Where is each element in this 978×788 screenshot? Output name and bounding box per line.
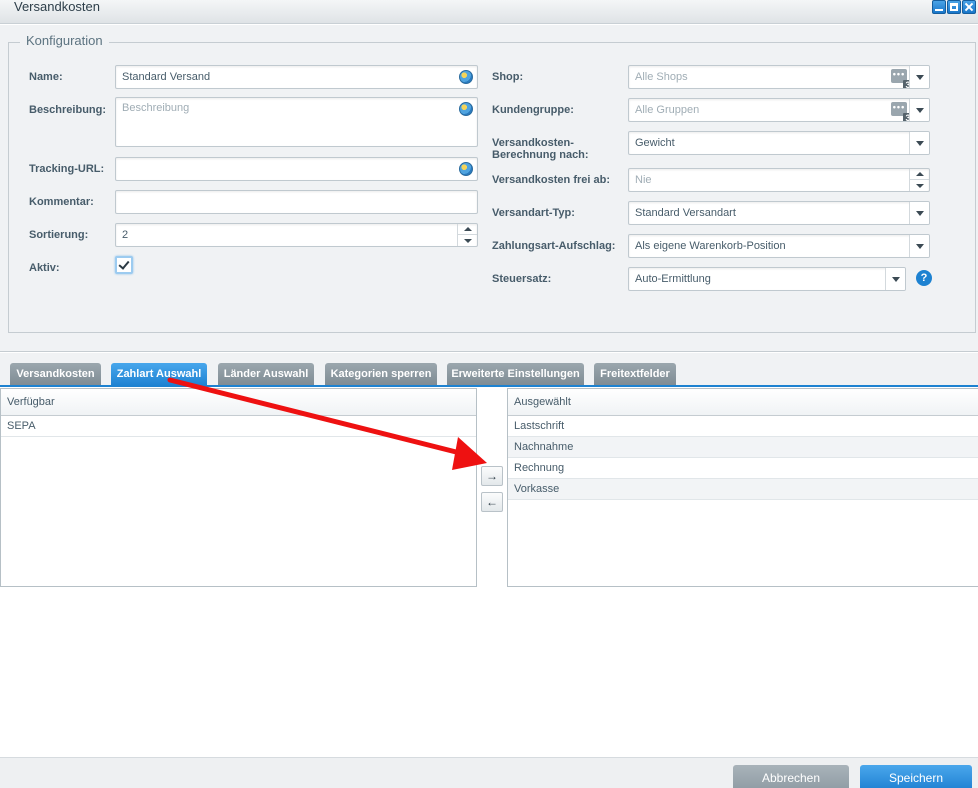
comment-field[interactable] bbox=[115, 190, 478, 214]
tab-bar: Versandkosten Zahlart Auswahl Länder Aus… bbox=[0, 353, 978, 387]
customergroup-label: Kundengruppe: bbox=[492, 104, 574, 116]
list-item[interactable]: SEPA bbox=[1, 416, 476, 437]
more-options-icon[interactable]: ••• 3 bbox=[891, 102, 913, 121]
window-controls bbox=[932, 0, 976, 14]
available-header: Verfügbar bbox=[1, 389, 476, 416]
selected-grid: Ausgewählt Lastschrift Nachnahme Rechnun… bbox=[507, 388, 978, 587]
tracking-url-field[interactable] bbox=[115, 157, 478, 181]
calc-label-line2: Berechnung nach: bbox=[492, 149, 589, 161]
description-placeholder: Beschreibung bbox=[122, 102, 190, 114]
chevron-down-icon[interactable] bbox=[885, 268, 905, 290]
tracking-url-label: Tracking-URL: bbox=[29, 163, 105, 175]
chevron-down-icon[interactable] bbox=[909, 235, 929, 257]
help-icon[interactable]: ? bbox=[916, 270, 932, 286]
move-right-button[interactable]: → bbox=[481, 466, 503, 486]
save-button[interactable]: Speichern bbox=[860, 765, 972, 788]
spinner-icon[interactable] bbox=[457, 224, 477, 246]
tab-versandkosten[interactable]: Versandkosten bbox=[10, 363, 101, 385]
name-field[interactable]: Standard Versand bbox=[115, 65, 478, 89]
tax-combobox[interactable]: Auto-Ermittlung bbox=[628, 267, 906, 291]
tab-freitextfelder[interactable]: Freitextfelder bbox=[594, 363, 676, 385]
sort-number-field[interactable]: 2 bbox=[115, 223, 478, 247]
window-footer: Abbrechen Speichern bbox=[0, 757, 978, 788]
list-item[interactable]: Nachnahme bbox=[508, 437, 978, 458]
calc-combobox[interactable]: Gewicht bbox=[628, 131, 930, 155]
description-label: Beschreibung: bbox=[29, 104, 107, 116]
surcharge-value: Als eigene Warenkorb-Position bbox=[635, 240, 786, 252]
sort-value: 2 bbox=[122, 229, 129, 241]
name-value: Standard Versand bbox=[122, 71, 211, 83]
translate-globe-icon[interactable] bbox=[459, 102, 473, 116]
minimize-icon[interactable] bbox=[932, 0, 946, 14]
free-from-number-field[interactable]: Nie bbox=[628, 168, 930, 192]
active-label: Aktiv: bbox=[29, 262, 60, 274]
config-area: Konfiguration Name: Standard Versand Bes… bbox=[0, 25, 978, 352]
type-label: Versandart-Typ: bbox=[492, 207, 575, 219]
config-legend: Konfiguration bbox=[20, 33, 109, 48]
shop-placeholder: Alle Shops bbox=[635, 71, 688, 83]
list-item[interactable]: Rechnung bbox=[508, 458, 978, 479]
available-grid: Verfügbar SEPA bbox=[0, 388, 477, 587]
type-value: Standard Versandart bbox=[635, 207, 736, 219]
cancel-button[interactable]: Abbrechen bbox=[733, 765, 849, 788]
window-title: Versandkosten bbox=[14, 0, 101, 14]
comment-label: Kommentar: bbox=[29, 196, 94, 208]
translate-globe-icon[interactable] bbox=[459, 162, 473, 176]
surcharge-combobox[interactable]: Als eigene Warenkorb-Position bbox=[628, 234, 930, 258]
surcharge-label: Zahlungsart-Aufschlag: bbox=[492, 240, 616, 252]
translate-globe-icon[interactable] bbox=[459, 70, 473, 84]
calc-value: Gewicht bbox=[635, 137, 675, 149]
maximize-icon[interactable] bbox=[947, 0, 961, 14]
chevron-down-icon[interactable] bbox=[909, 99, 929, 121]
move-left-button[interactable]: ← bbox=[481, 492, 503, 512]
name-label: Name: bbox=[29, 71, 63, 83]
tab-kategorien-sperren[interactable]: Kategorien sperren bbox=[325, 363, 437, 385]
chevron-down-icon[interactable] bbox=[909, 132, 929, 154]
chevron-down-icon[interactable] bbox=[909, 66, 929, 88]
customergroup-combobox[interactable]: Alle Gruppen ••• 3 bbox=[628, 98, 930, 122]
free-from-label: Versandkosten frei ab: bbox=[492, 174, 610, 186]
list-item[interactable]: Lastschrift bbox=[508, 416, 978, 437]
shop-combobox[interactable]: Alle Shops ••• 3 bbox=[628, 65, 930, 89]
shop-label: Shop: bbox=[492, 71, 524, 83]
tab-laender-auswahl[interactable]: Länder Auswahl bbox=[218, 363, 314, 385]
chevron-down-icon[interactable] bbox=[909, 202, 929, 224]
tab-erweiterte-einstellungen[interactable]: Erweiterte Einstellungen bbox=[447, 363, 584, 385]
tab-zahlart-auswahl[interactable]: Zahlart Auswahl bbox=[111, 363, 207, 385]
description-field[interactable]: Beschreibung bbox=[115, 97, 478, 147]
sort-label: Sortierung: bbox=[29, 229, 89, 241]
list-item[interactable]: Vorkasse bbox=[508, 479, 978, 500]
tax-value: Auto-Ermittlung bbox=[635, 273, 711, 285]
tax-label: Steuersatz: bbox=[492, 273, 552, 285]
customergroup-placeholder: Alle Gruppen bbox=[635, 104, 700, 116]
more-options-icon[interactable]: ••• 3 bbox=[891, 69, 913, 88]
window-titlebar: Versandkosten bbox=[0, 0, 978, 24]
free-from-placeholder: Nie bbox=[635, 174, 652, 186]
selected-header: Ausgewählt bbox=[508, 389, 978, 416]
spinner-icon[interactable] bbox=[909, 169, 929, 191]
active-checkbox[interactable] bbox=[115, 256, 133, 274]
close-icon[interactable] bbox=[962, 0, 976, 14]
type-combobox[interactable]: Standard Versandart bbox=[628, 201, 930, 225]
